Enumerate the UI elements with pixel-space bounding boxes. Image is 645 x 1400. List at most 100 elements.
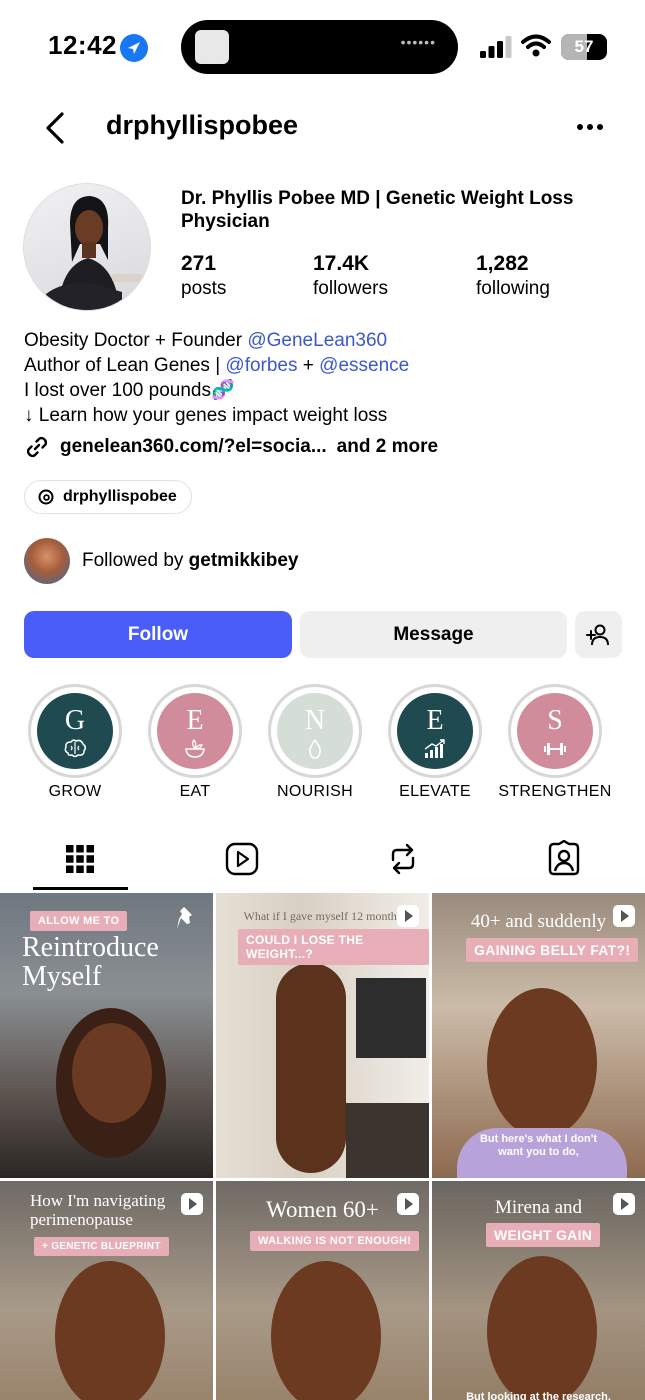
stat-followers[interactable]: 17.4K followers [313,251,388,301]
threads-badge[interactable]: drphyllispobee [24,480,192,514]
link-url[interactable]: genelean360.com/?el=socia... [60,436,327,458]
stat-following-value: 1,282 [476,252,529,275]
follow-button[interactable]: Follow [24,611,292,658]
mention-essence[interactable]: @essence [319,355,409,376]
status-bar: 12:42 •••••• 57 [0,0,645,95]
stat-followers-value: 17.4K [313,252,370,275]
bio-line-1-text: Obesity Doctor + Founder [24,330,248,351]
post-tag: ALLOW ME TO [30,911,128,931]
link-icon [26,436,48,458]
tab-tagged-icon[interactable] [546,840,582,878]
stat-following[interactable]: 1,282 following [476,251,550,301]
mention-genelean360[interactable]: @GeneLean360 [247,330,387,351]
reel-icon [613,1193,635,1215]
post-tag: + GENETIC BLUEPRINT [34,1237,169,1256]
stat-posts-label: posts [181,278,227,299]
post-tag: WALKING IS NOT ENOUGH! [250,1231,420,1251]
dynamic-island: •••••• [181,20,458,74]
message-button[interactable]: Message [300,611,567,658]
active-tab-indicator [33,887,128,890]
post-tag: GAINING BELLY FAT?! [466,938,639,962]
pin-icon [177,907,192,929]
post-thumbnail[interactable]: Women 60+ WALKING IS NOT ENOUGH! [216,1181,429,1400]
highlight-cover: E [397,693,473,769]
face [72,1023,152,1123]
threads-handle: drphyllispobee [63,488,177,505]
post-tag: COULD I LOSE THE WEIGHT...? [238,929,429,965]
followed-by-text[interactable]: Followed by getmikkibey [82,550,299,572]
document-thumbnail-icon [195,30,229,64]
tab-reposts-icon[interactable] [385,840,421,878]
highlight-cover: N [277,693,353,769]
highlight-grow[interactable]: G GROW [28,684,122,800]
bio-line-2-text: Author of Lean Genes | [24,355,226,376]
face [487,988,597,1138]
battery-percent: 57 [574,37,594,56]
brain-icon [64,739,87,758]
suggest-users-button[interactable] [575,611,622,658]
highlight-letter: N [304,705,326,736]
reel-icon [397,905,419,927]
post-thumbnail[interactable]: Mirena and WEIGHT GAIN But looking at th… [432,1181,645,1400]
follower-avatar[interactable] [24,538,70,584]
profile-bio: Obesity Doctor + Founder @GeneLean360 Au… [24,328,624,428]
highlight-ring: N [268,684,362,778]
followed-by-user[interactable]: getmikkibey [189,550,299,571]
highlight-elevate[interactable]: E ELEVATE [388,684,482,800]
posts-grid: ALLOW ME TO Reintroduce Myself What if I… [0,893,645,1400]
post-thumbnail[interactable]: ALLOW ME TO Reintroduce Myself [0,893,213,1178]
highlight-letter: S [547,705,563,736]
tv-cabinet [346,1103,429,1178]
bowl-icon [185,739,205,758]
threads-icon [38,489,54,505]
highlight-nourish[interactable]: N NOURISH [268,684,362,800]
highlight-label: STRENGTHEN [498,783,612,800]
reel-icon [181,1193,203,1215]
post-thumbnail[interactable]: 40+ and suddenly GAINING BELLY FAT?! But… [432,893,645,1178]
back-arrow-icon[interactable] [38,108,74,148]
highlight-ring: S [508,684,602,778]
profile-display-name: Dr. Phyllis Pobee MD | Genetic Weight Lo… [181,188,574,232]
mention-forbes[interactable]: @forbes [225,355,297,376]
highlight-letter: E [186,705,204,736]
post-thumbnail[interactable]: How I'm navigating perimenopause + GENET… [0,1181,213,1400]
more-options-icon[interactable] [574,115,606,139]
bio-line-2: Author of Lean Genes | @forbes + @essenc… [24,353,624,378]
bio-line-3: I lost over 100 pounds🧬 [24,380,235,401]
highlight-ring: E [388,684,482,778]
profile-username: drphyllispobee [106,110,299,140]
bio-plus-sign: + [297,355,320,376]
profile-photo-illustration [46,196,142,310]
post-subtitle: But here's what I don't want you to do, [479,1133,598,1158]
face [487,1256,597,1400]
followed-by-prefix: Followed by [82,550,189,571]
highlight-cover: S [517,693,593,769]
highlight-ring: E [148,684,242,778]
profile-avatar[interactable] [23,183,151,311]
battery-indicator: 57 [561,34,607,60]
highlight-eat[interactable]: E EAT [148,684,242,800]
tab-grid-icon[interactable] [62,840,98,878]
reel-icon [613,905,635,927]
cellular-signal-icon [480,36,512,58]
status-time: 12:42 [48,30,117,60]
link-more[interactable]: and 2 more [337,436,438,458]
post-subtitle: But looking at the research, [466,1391,611,1400]
wifi-icon [521,34,551,57]
bio-line-4: ↓ Learn how your genes impact weight los… [24,405,388,426]
location-arrow-icon [120,34,148,62]
highlight-ring: G [28,684,122,778]
person-figure [276,963,346,1173]
tab-reels-icon[interactable] [224,840,260,878]
post-thumbnail[interactable]: What if I gave myself 12 months COULD I … [216,893,429,1178]
highlight-letter: G [64,705,86,736]
highlight-cover: E [157,693,233,769]
face [271,1261,381,1400]
stat-posts[interactable]: 271 posts [181,251,226,301]
highlight-strengthen[interactable]: S STRENGTHEN [498,684,611,800]
add-person-icon [586,624,609,646]
reel-icon [397,1193,419,1215]
highlight-letter: E [426,705,444,736]
post-tag: WEIGHT GAIN [486,1223,601,1247]
profile-link[interactable]: genelean360.com/?el=socia... and 2 more [24,434,438,460]
